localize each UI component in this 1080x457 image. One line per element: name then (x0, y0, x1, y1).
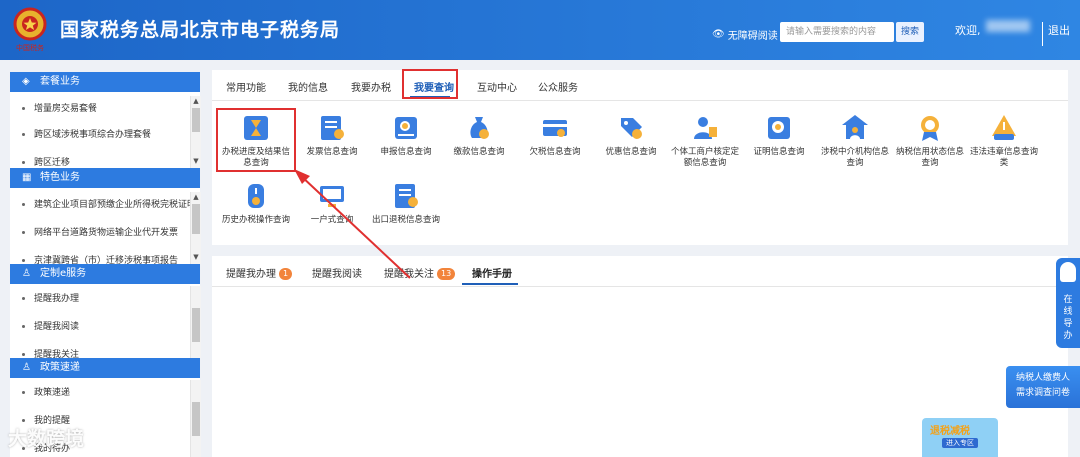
sidebar-section-custom[interactable]: ♙ 定制e服务 (10, 264, 200, 284)
reminder-tabs: 提醒我办理 1 提醒我阅读 提醒我关注 13 操作手册 (212, 256, 1068, 287)
tab-remind-handle[interactable]: 提醒我办理 1 (226, 265, 293, 280)
query-item-certificate[interactable]: 证明信息查询 (741, 112, 817, 158)
sidebar-item[interactable]: 政策速递 (10, 380, 190, 406)
sidebar-section-special[interactable]: ▦ 特色业务 (10, 168, 200, 188)
tax-refund-promo[interactable]: 退税减税 进入专区 (922, 418, 998, 457)
sidebar: ◈ 套餐业务 增量房交易套餐 跨区域涉税事项综合办理套餐 跨区迁移 ▲ ▼ ▦ … (10, 72, 201, 457)
search-button[interactable]: 搜索 (896, 22, 924, 42)
sidebar-item[interactable]: 京津冀跨省（市）迁移涉税事项报告 (10, 248, 190, 264)
query-item-credit[interactable]: 纳税信用状态信息查询 (892, 112, 968, 169)
grid-icon: ▦ (22, 172, 32, 183)
survey-banner[interactable]: 纳税人缴费人 需求调查问卷 (1006, 366, 1080, 408)
monitor-icon (320, 186, 344, 207)
declaration-search-icon (395, 117, 417, 139)
money-bag-icon (470, 117, 489, 139)
tab-public-service[interactable]: 公众服务 (538, 79, 578, 94)
query-item-violation[interactable]: 违法违章信息查询类 (966, 112, 1042, 169)
sidebar-item[interactable]: 建筑企业项目部预缴企业所得税完税证明... (10, 192, 190, 218)
main-tabs: 常用功能 我的信息 我要办税 我要查询 互动中心 公众服务 (212, 70, 1068, 101)
agency-icon (842, 115, 868, 139)
query-item-agency[interactable]: 涉税中介机构信息查询 (817, 112, 893, 169)
person-doc-icon (694, 117, 717, 139)
scroll-down-icon[interactable]: ▼ (191, 252, 201, 262)
tab-file-tax[interactable]: 我要办税 (351, 79, 391, 94)
sidebar-scrollbar[interactable]: ▲ ▼ (190, 96, 201, 168)
query-item-invoice[interactable]: 发票信息查询 (294, 112, 370, 158)
sidebar-item[interactable]: 增量房交易套餐 (10, 96, 190, 122)
username-blurred (986, 20, 1030, 32)
count-badge: 13 (437, 268, 456, 280)
logout-link[interactable]: 退出 (1048, 22, 1070, 38)
highlight-box-query-item (216, 108, 296, 172)
query-item-individual[interactable]: 个体工商户核定定额信息查询 (667, 112, 743, 169)
search-input[interactable]: 请输入需要搜索的内容 (780, 22, 894, 42)
query-item-declaration[interactable]: 申报信息查询 (368, 112, 444, 158)
top-header: 中国税务 国家税务总局北京市电子税务局 👁 无障碍阅读 请输入需要搜索的内容 搜… (0, 0, 1080, 60)
scroll-up-icon[interactable]: ▲ (191, 96, 201, 106)
site-title: 国家税务总局北京市电子税务局 (60, 19, 341, 41)
welcome-text: 欢迎, (955, 24, 981, 37)
sidebar-item[interactable]: 网络平台道路货物运输企业代开发票 (10, 220, 190, 246)
sidebar-item[interactable]: 跨区迁移 (10, 150, 190, 168)
count-badge: 1 (279, 268, 293, 280)
active-tab-indicator (462, 283, 518, 285)
tab-my-info[interactable]: 我的信息 (288, 79, 328, 94)
watermark: 大数跨境 (8, 428, 85, 450)
query-item-history[interactable]: 历史办税操作查询 (218, 180, 294, 226)
scroll-up-icon[interactable]: ▲ (191, 192, 201, 202)
tab-manual[interactable]: 操作手册 (472, 265, 512, 280)
tab-remind-read[interactable]: 提醒我阅读 (312, 265, 362, 280)
sidebar-scrollbar[interactable] (190, 380, 201, 457)
warning-person-icon (992, 115, 1016, 140)
invoice-search-icon (321, 116, 344, 140)
query-item-arrears[interactable]: 欠税信息查询 (517, 112, 593, 158)
tab-remind-follow[interactable]: 提醒我关注 13 (384, 265, 456, 280)
user-icon: ♙ (22, 362, 31, 373)
layers-icon: ◈ (22, 76, 30, 87)
highlight-box-tab (402, 69, 458, 99)
sidebar-item[interactable]: 跨区域涉税事项综合办理套餐 (10, 122, 190, 148)
tax-emblem-icon: 中国税务 (13, 7, 47, 52)
eye-icon: 👁 (712, 29, 725, 40)
svg-text:中国税务: 中国税务 (16, 43, 44, 52)
certificate-search-icon (768, 117, 790, 139)
sidebar-item[interactable]: 提醒我阅读 (10, 314, 190, 340)
online-guide-button[interactable]: 在线导办 (1056, 258, 1080, 348)
assistant-avatar-icon (1060, 262, 1076, 282)
query-item-discount[interactable]: 优惠信息查询 (593, 112, 669, 158)
sidebar-section-policy[interactable]: ♙ 政策速递 (10, 358, 200, 378)
user-icon: ♙ (22, 268, 31, 279)
history-icon (248, 184, 264, 208)
sidebar-item[interactable]: 提醒我关注 (10, 342, 190, 358)
discount-tag-icon (621, 118, 642, 139)
tab-interaction[interactable]: 互动中心 (477, 79, 517, 94)
sidebar-section-package[interactable]: ◈ 套餐业务 (10, 72, 200, 92)
sidebar-scrollbar[interactable] (190, 286, 201, 358)
accessibility-link[interactable]: 👁 无障碍阅读 (712, 27, 778, 42)
sidebar-scrollbar[interactable]: ▲ ▼ (190, 192, 201, 264)
sidebar-item[interactable]: 提醒我办理 (10, 286, 190, 312)
card-search-icon (543, 120, 567, 137)
query-item-export-refund[interactable]: 出口退税信息查询 (368, 180, 444, 226)
header-divider (1042, 22, 1043, 46)
tab-common[interactable]: 常用功能 (226, 79, 266, 94)
scroll-down-icon[interactable]: ▼ (191, 156, 201, 166)
medal-icon (921, 116, 939, 141)
query-item-one-stop[interactable]: 一户式查询 (294, 180, 370, 226)
query-item-payment[interactable]: 缴款信息查询 (441, 112, 517, 158)
export-refund-icon (395, 184, 418, 208)
